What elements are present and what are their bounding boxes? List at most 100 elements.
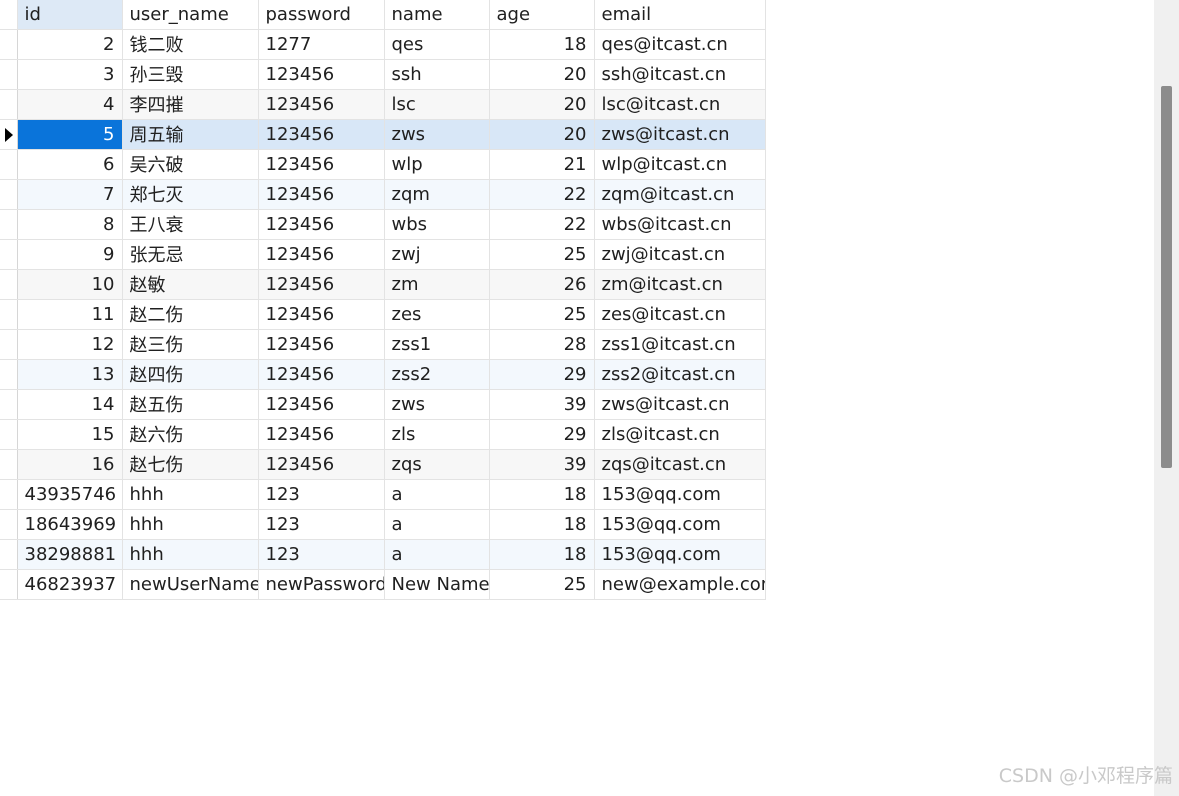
- cell-password[interactable]: 123456: [258, 149, 385, 180]
- row-indicator[interactable]: [0, 389, 18, 420]
- column-header-user-name[interactable]: user_name: [122, 0, 259, 30]
- cell-age[interactable]: 18: [489, 29, 595, 60]
- cell-password[interactable]: 123456: [258, 299, 385, 330]
- cell-id[interactable]: 8: [17, 209, 123, 240]
- column-header-password[interactable]: password: [258, 0, 385, 30]
- cell-age[interactable]: 22: [489, 209, 595, 240]
- cell-password[interactable]: 123456: [258, 119, 385, 150]
- cell-email[interactable]: zws@itcast.cn: [594, 389, 766, 420]
- row-indicator[interactable]: [0, 359, 18, 390]
- row-indicator[interactable]: [0, 119, 18, 150]
- cell-name[interactable]: wbs: [384, 209, 490, 240]
- row-indicator[interactable]: [0, 89, 18, 120]
- cell-user-name[interactable]: 李四摧: [122, 89, 259, 120]
- cell-email[interactable]: qes@itcast.cn: [594, 29, 766, 60]
- cell-name[interactable]: qes: [384, 29, 490, 60]
- cell-email[interactable]: lsc@itcast.cn: [594, 89, 766, 120]
- cell-id[interactable]: 12: [17, 329, 123, 360]
- row-indicator[interactable]: [0, 269, 18, 300]
- cell-age[interactable]: 18: [489, 509, 595, 540]
- cell-email[interactable]: wbs@itcast.cn: [594, 209, 766, 240]
- table-row[interactable]: 43935746 hhh 123 a 18 153@qq.com: [0, 479, 766, 510]
- cell-age[interactable]: 18: [489, 539, 595, 570]
- cell-password[interactable]: 123456: [258, 269, 385, 300]
- cell-email[interactable]: zss1@itcast.cn: [594, 329, 766, 360]
- cell-user-name[interactable]: 孙三毁: [122, 59, 259, 90]
- cell-password[interactable]: 123456: [258, 449, 385, 480]
- cell-age[interactable]: 29: [489, 419, 595, 450]
- cell-id[interactable]: 9: [17, 239, 123, 270]
- table-row[interactable]: 4 李四摧 123456 lsc 20 lsc@itcast.cn: [0, 89, 766, 120]
- cell-password[interactable]: 123456: [258, 89, 385, 120]
- cell-age[interactable]: 20: [489, 119, 595, 150]
- cell-user-name[interactable]: 赵二伤: [122, 299, 259, 330]
- cell-age[interactable]: 25: [489, 569, 595, 600]
- cell-id[interactable]: 43935746: [17, 479, 123, 510]
- cell-user-name[interactable]: 张无忌: [122, 239, 259, 270]
- column-header-age[interactable]: age: [489, 0, 595, 30]
- cell-password[interactable]: 123: [258, 509, 385, 540]
- table-row[interactable]: 11 赵二伤 123456 zes 25 zes@itcast.cn: [0, 299, 766, 330]
- cell-email[interactable]: zls@itcast.cn: [594, 419, 766, 450]
- cell-password[interactable]: 123456: [258, 419, 385, 450]
- cell-password[interactable]: 123456: [258, 329, 385, 360]
- cell-name[interactable]: zqm: [384, 179, 490, 210]
- cell-name[interactable]: New Name: [384, 569, 490, 600]
- cell-user-name[interactable]: 赵敏: [122, 269, 259, 300]
- cell-user-name[interactable]: hhh: [122, 479, 259, 510]
- cell-age[interactable]: 26: [489, 269, 595, 300]
- cell-email[interactable]: zm@itcast.cn: [594, 269, 766, 300]
- cell-name[interactable]: zss2: [384, 359, 490, 390]
- table-row[interactable]: 16 赵七伤 123456 zqs 39 zqs@itcast.cn: [0, 449, 766, 480]
- cell-password[interactable]: 123456: [258, 239, 385, 270]
- cell-password[interactable]: 123456: [258, 179, 385, 210]
- row-indicator[interactable]: [0, 329, 18, 360]
- cell-user-name[interactable]: 赵六伤: [122, 419, 259, 450]
- cell-email[interactable]: 153@qq.com: [594, 479, 766, 510]
- cell-id[interactable]: 38298881: [17, 539, 123, 570]
- cell-name[interactable]: zws: [384, 389, 490, 420]
- cell-age[interactable]: 20: [489, 59, 595, 90]
- cell-password[interactable]: 123456: [258, 359, 385, 390]
- cell-id[interactable]: 4: [17, 89, 123, 120]
- row-indicator[interactable]: [0, 59, 18, 90]
- cell-id[interactable]: 10: [17, 269, 123, 300]
- cell-id[interactable]: 18643969: [17, 509, 123, 540]
- cell-name[interactable]: zes: [384, 299, 490, 330]
- cell-name[interactable]: zqs: [384, 449, 490, 480]
- cell-password[interactable]: 123456: [258, 389, 385, 420]
- cell-user-name[interactable]: 周五输: [122, 119, 259, 150]
- cell-user-name[interactable]: 赵三伤: [122, 329, 259, 360]
- cell-age[interactable]: 25: [489, 239, 595, 270]
- cell-name[interactable]: a: [384, 539, 490, 570]
- table-row[interactable]: 15 赵六伤 123456 zls 29 zls@itcast.cn: [0, 419, 766, 450]
- cell-id[interactable]: 5: [17, 119, 123, 150]
- cell-name[interactable]: a: [384, 509, 490, 540]
- cell-user-name[interactable]: 王八衰: [122, 209, 259, 240]
- table-row[interactable]: 46823937 newUserName newPassword New Name 25…: [0, 569, 766, 600]
- cell-name[interactable]: zwj: [384, 239, 490, 270]
- cell-age[interactable]: 28: [489, 329, 595, 360]
- table-row[interactable]: 18643969 hhh 123 a 18 153@qq.com: [0, 509, 766, 540]
- cell-name[interactable]: lsc: [384, 89, 490, 120]
- table-row[interactable]: 12 赵三伤 123456 zss1 28 zss1@itcast.cn: [0, 329, 766, 360]
- cell-age[interactable]: 29: [489, 359, 595, 390]
- row-indicator[interactable]: [0, 299, 18, 330]
- row-indicator[interactable]: [0, 239, 18, 270]
- column-header-name[interactable]: name: [384, 0, 490, 30]
- cell-user-name[interactable]: hhh: [122, 539, 259, 570]
- column-header-email[interactable]: email: [594, 0, 766, 30]
- cell-password[interactable]: newPassword: [258, 569, 385, 600]
- table-row[interactable]: 3 孙三毁 123456 ssh 20 ssh@itcast.cn: [0, 59, 766, 90]
- cell-email[interactable]: 153@qq.com: [594, 539, 766, 570]
- cell-email[interactable]: zws@itcast.cn: [594, 119, 766, 150]
- cell-name[interactable]: wlp: [384, 149, 490, 180]
- vertical-scrollbar[interactable]: [1154, 0, 1179, 796]
- cell-password[interactable]: 123: [258, 479, 385, 510]
- cell-user-name[interactable]: 钱二败: [122, 29, 259, 60]
- cell-id[interactable]: 14: [17, 389, 123, 420]
- table-row[interactable]: 38298881 hhh 123 a 18 153@qq.com: [0, 539, 766, 570]
- cell-user-name[interactable]: 郑七灭: [122, 179, 259, 210]
- cell-id[interactable]: 3: [17, 59, 123, 90]
- cell-id[interactable]: 16: [17, 449, 123, 480]
